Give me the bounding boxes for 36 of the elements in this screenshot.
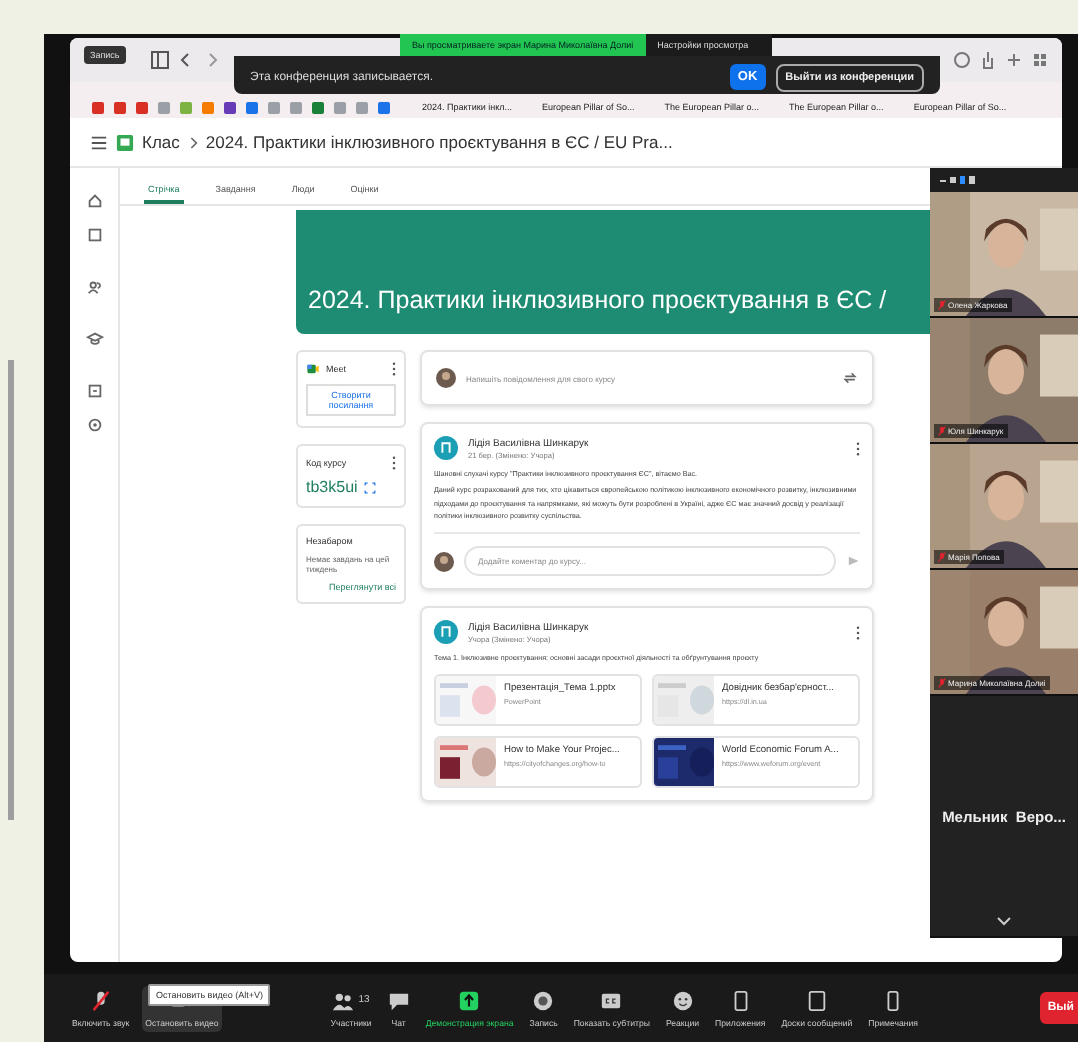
phone-icon <box>882 989 905 1011</box>
tablet-icon <box>805 989 828 1011</box>
classroom-logo-icon <box>116 133 134 151</box>
meet-icon <box>306 362 320 376</box>
participants-icon <box>332 989 355 1011</box>
captions-icon <box>600 989 623 1011</box>
banner-title: 2024. Практики інклюзивного проєктування в ЄС / <box>308 286 887 314</box>
plus-icon[interactable] <box>1004 50 1024 70</box>
avatar-icon <box>434 436 458 460</box>
course-title: 2024. Практики інклюзивного проєктування в ЄС / EU Pra... <box>205 132 673 152</box>
avatar-icon <box>434 549 454 574</box>
muted-mic-icon <box>89 989 112 1011</box>
chat-icon <box>387 989 410 1011</box>
breadcrumb-link[interactable]: Клас <box>142 132 180 152</box>
share-screen-icon <box>458 989 481 1011</box>
repost-icon[interactable] <box>842 370 858 386</box>
menu-icon[interactable] <box>90 133 108 151</box>
archive-icon[interactable] <box>85 382 103 400</box>
sidebar-icon[interactable] <box>150 50 170 70</box>
avatar-icon <box>436 366 456 390</box>
share-icon[interactable] <box>978 50 998 70</box>
graduation-cap-icon[interactable] <box>85 330 103 348</box>
scrollbar[interactable] <box>8 360 14 820</box>
view-options-icon[interactable] <box>938 174 978 186</box>
grid-icon[interactable] <box>1030 50 1050 70</box>
people-icon[interactable] <box>85 278 103 296</box>
home-icon[interactable] <box>85 192 103 210</box>
smiley-icon <box>671 989 694 1011</box>
chevron-down-icon[interactable] <box>994 916 1014 928</box>
chevron-icon <box>187 135 198 149</box>
course-code: tb3k5ui <box>306 478 358 496</box>
avatar-icon <box>434 620 458 645</box>
record-icon <box>532 989 555 1011</box>
settings-icon[interactable] <box>85 416 103 434</box>
fullscreen-icon[interactable] <box>363 481 376 493</box>
calendar-icon[interactable] <box>85 226 103 244</box>
